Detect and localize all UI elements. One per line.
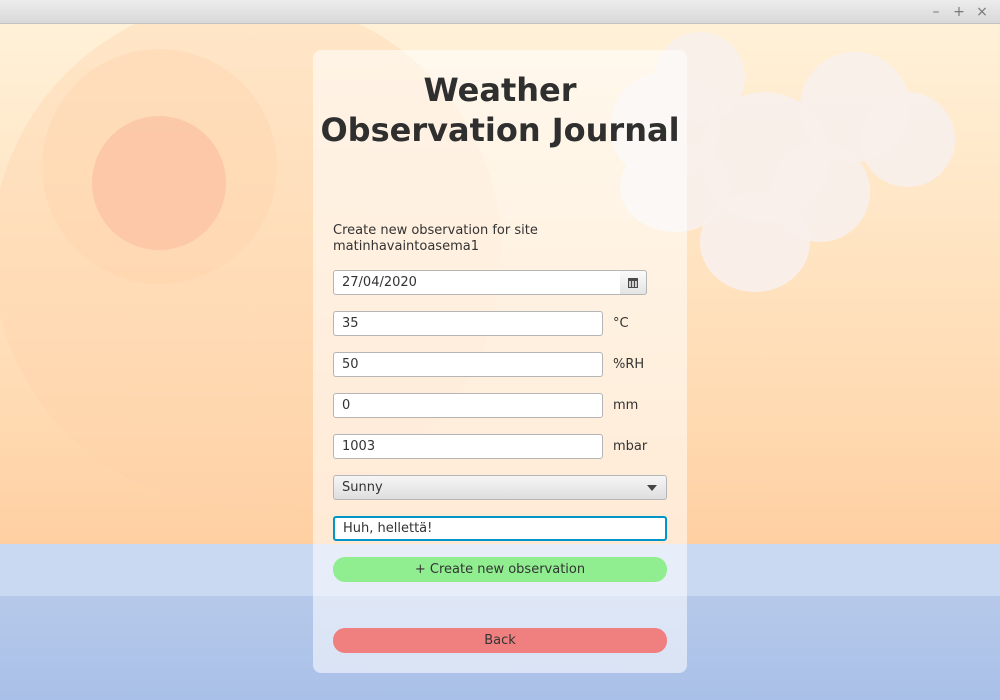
date-field[interactable]: 27/04/2020 xyxy=(333,270,621,295)
close-icon[interactable]: × xyxy=(974,4,990,20)
sun-icon xyxy=(92,116,226,250)
back-button[interactable]: Back xyxy=(333,628,667,653)
humidity-unit: %RH xyxy=(613,357,645,372)
temperature-unit: °C xyxy=(613,316,629,331)
create-observation-button[interactable]: + Create new observation xyxy=(333,557,667,582)
observation-form-card: Weather Observation Journal Create new o… xyxy=(313,50,687,673)
chevron-down-icon xyxy=(647,485,657,491)
pressure-unit: mbar xyxy=(613,439,648,454)
precipitation-unit: mm xyxy=(613,398,639,413)
pressure-field[interactable]: 1003 xyxy=(333,434,603,459)
humidity-field[interactable]: 50 xyxy=(333,352,603,377)
calendar-icon xyxy=(628,278,638,288)
minimize-icon[interactable]: – xyxy=(928,4,944,20)
form-subtitle: Create new observation for site matinhav… xyxy=(333,223,538,254)
page-title: Weather Observation Journal xyxy=(320,71,680,149)
window-titlebar: – + × xyxy=(0,0,1000,24)
maximize-icon[interactable]: + xyxy=(951,4,967,20)
date-picker-button[interactable] xyxy=(620,270,647,295)
precipitation-field[interactable]: 0 xyxy=(333,393,603,418)
weather-select[interactable]: Sunny xyxy=(333,475,667,500)
temperature-field[interactable]: 35 xyxy=(333,311,603,336)
notes-field[interactable]: Huh, hellettä! xyxy=(333,516,667,541)
weather-select-value: Sunny xyxy=(342,480,383,495)
